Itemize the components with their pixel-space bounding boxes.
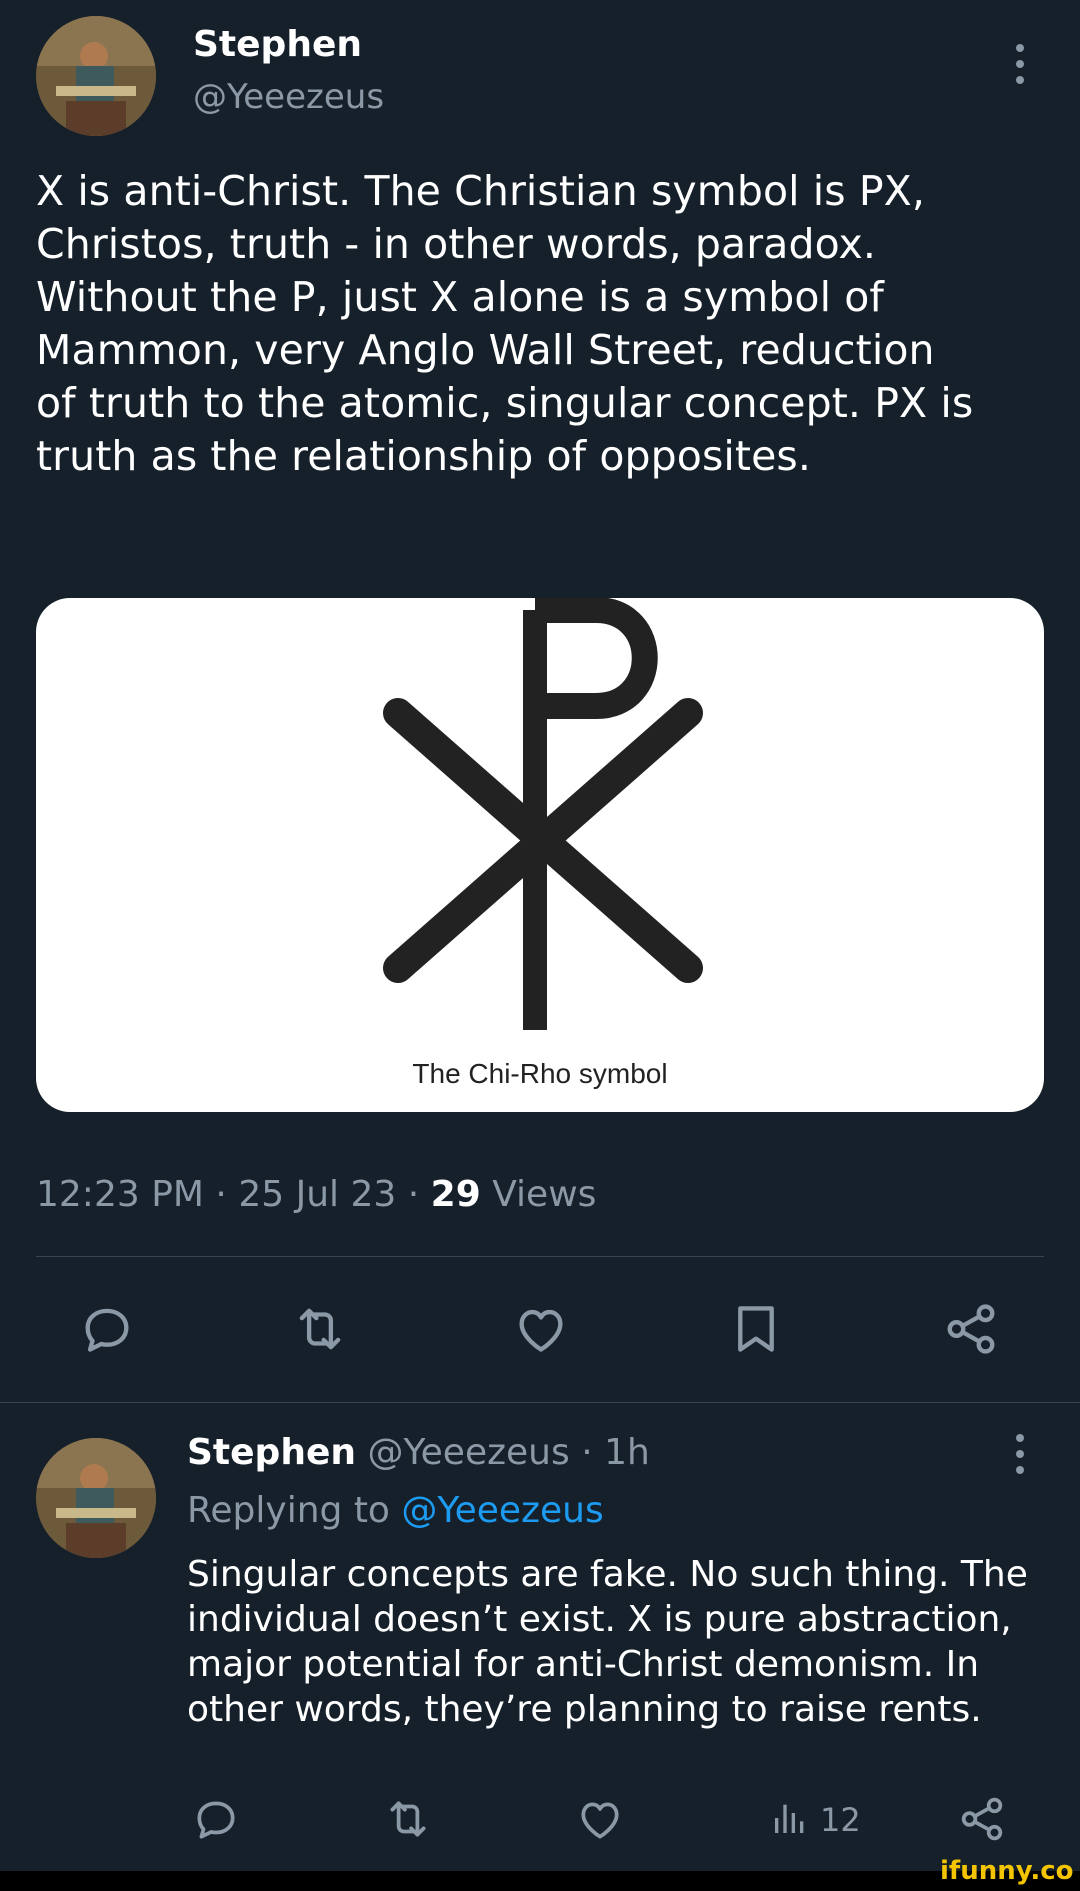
more-options-icon[interactable] [1008,44,1032,84]
tweet-date[interactable]: 25 Jul 23 [238,1174,396,1215]
bookmark-icon[interactable] [727,1300,785,1358]
tweet-text: X is anti-Christ. The Christian symbol i… [36,165,1056,483]
share-icon[interactable] [942,1300,1000,1358]
retweet-icon[interactable] [289,1300,351,1358]
views-count[interactable]: 29 [431,1174,481,1215]
author-avatar[interactable] [36,16,156,136]
reply-more-options-icon[interactable] [1008,1434,1032,1474]
views-label[interactable]: Views [492,1174,596,1215]
section-divider [0,1402,1080,1403]
reply-icon[interactable] [78,1300,136,1358]
reply-text-line: individual doesn’t exist. X is pure abst… [187,1599,1012,1640]
tweet-text-line: Christos, truth - in other words, parado… [36,220,876,268]
tweet-media[interactable]: The Chi-Rho symbol [36,598,1044,1112]
tweet-meta: 12:23 PM · 25 Jul 23 · 29 Views [36,1174,596,1215]
author-name[interactable]: Stephen [193,24,362,65]
reply-author-avatar[interactable] [36,1438,156,1558]
reply-views-count: 12 [820,1801,861,1839]
chi-rho-symbol-image [383,598,703,1030]
reply-age[interactable]: 1h [604,1432,650,1473]
reply-reply-icon[interactable] [191,1794,241,1844]
reply-author-handle[interactable]: @Yeeezeus [367,1432,569,1473]
reply-retweet-icon[interactable] [381,1794,435,1844]
reply-author-name[interactable]: Stephen [187,1432,356,1473]
replying-to: Replying to @Yeeezeus [187,1490,604,1531]
reply-header: Stephen @Yeeezeus · 1h [187,1432,650,1473]
media-caption: The Chi-Rho symbol [412,1058,668,1089]
reply-text-line: Singular concepts are fake. No such thin… [187,1554,1028,1595]
ifunny-watermark: ifunny.co [940,1856,1074,1886]
views-chart-icon [775,1804,804,1833]
replying-label: Replying to [187,1490,390,1531]
tweet-text-line: of truth to the atomic, singular concept… [36,379,974,427]
tweet-text-line: X is anti-Christ. The Christian symbol i… [36,167,925,215]
reply-text: Singular concepts are fake. No such thin… [187,1552,1067,1732]
reply-views[interactable]: 12 [770,1798,861,1838]
reply-heart-icon[interactable] [575,1794,625,1844]
tweet-text-line: truth as the relationship of opposites. [36,432,811,480]
meta-separator: · [407,1174,420,1215]
reply-share-icon[interactable] [957,1794,1007,1844]
reply-separator: · [581,1432,593,1473]
replying-handle-link[interactable]: @Yeeezeus [401,1490,603,1531]
watermark-bar [0,1871,1080,1891]
divider [36,1256,1044,1257]
author-handle[interactable]: @Yeeezeus [193,77,384,117]
heart-icon[interactable] [512,1300,570,1358]
tweet-time[interactable]: 12:23 PM [36,1174,204,1215]
tweet-text-line: Mammon, very Anglo Wall Street, reductio… [36,326,935,374]
reply-text-line: major potential for anti-Christ demonism… [187,1644,980,1685]
reply-text-line: other words, they’re planning to raise r… [187,1689,982,1730]
meta-separator: · [215,1174,227,1215]
tweet-text-line: Without the P, just X alone is a symbol … [36,273,884,321]
